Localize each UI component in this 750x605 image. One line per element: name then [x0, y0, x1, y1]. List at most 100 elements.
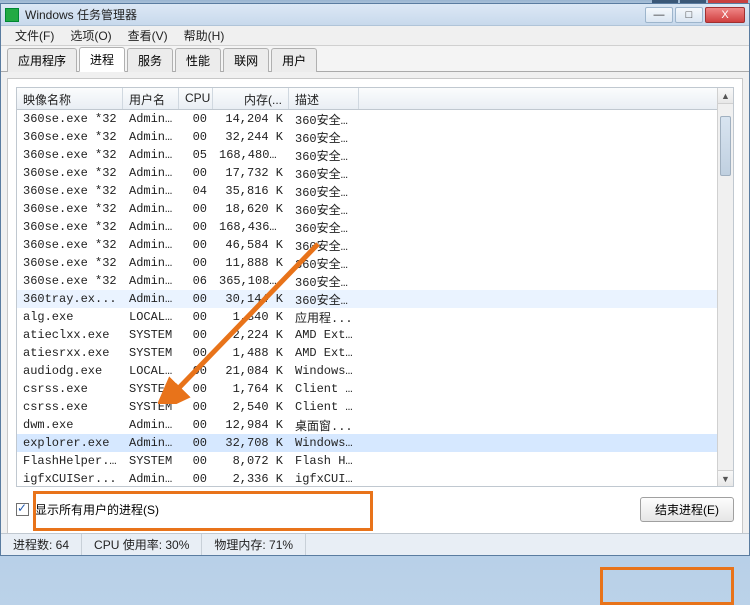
cell: 35,816 K — [213, 183, 289, 199]
tab-networking[interactable]: 联网 — [223, 48, 269, 72]
table-row[interactable]: explorer.exeAdmin...0032,708 KWindows... — [17, 434, 733, 452]
tab-processes[interactable]: 进程 — [79, 47, 125, 72]
show-all-users-checkbox[interactable]: 显示所有用户的进程(S) — [16, 501, 159, 518]
cell: Client ... — [289, 381, 359, 397]
cell: 360se.exe *32 — [17, 183, 123, 199]
table-row[interactable]: csrss.exeSYSTEM001,764 KClient ... — [17, 380, 733, 398]
cell: AMD Ext... — [289, 345, 359, 361]
table-header: 映像名称 用户名 CPU 内存(... 描述 — [17, 88, 733, 110]
cell: alg.exe — [17, 309, 123, 325]
col-memory[interactable]: 内存(... — [213, 88, 289, 109]
cell: 11,888 K — [213, 255, 289, 271]
cell: AMD Ext... — [289, 327, 359, 343]
cell: 00 — [179, 399, 213, 415]
cell: 2,336 K — [213, 471, 289, 487]
scroll-down-icon[interactable]: ▼ — [718, 470, 733, 486]
cell: Admin... — [123, 165, 179, 181]
table-row[interactable]: 360se.exe *32Admin...00168,436 K360安全... — [17, 218, 733, 236]
cell: 桌面窗... — [289, 416, 359, 435]
table-row[interactable]: FlashHelper...SYSTEM008,072 KFlash H... — [17, 452, 733, 470]
table-row[interactable]: atiesrxx.exeSYSTEM001,488 KAMD Ext... — [17, 344, 733, 362]
table-body: 360se.exe *32Admin...0014,204 K360安全...3… — [17, 110, 733, 487]
menu-help[interactable]: 帮助(H) — [176, 25, 233, 46]
cell: 360se.exe *32 — [17, 255, 123, 271]
table-row[interactable]: dwm.exeAdmin...0012,984 K桌面窗... — [17, 416, 733, 434]
tab-applications[interactable]: 应用程序 — [7, 48, 77, 72]
table-row[interactable]: 360se.exe *32Admin...0011,888 K360安全... — [17, 254, 733, 272]
table-row[interactable]: 360se.exe *32Admin...0435,816 K360安全... — [17, 182, 733, 200]
menu-options[interactable]: 选项(O) — [62, 25, 119, 46]
menu-view[interactable]: 查看(V) — [120, 25, 176, 46]
cell: 168,436 K — [213, 219, 289, 235]
cell: 2,540 K — [213, 399, 289, 415]
table-row[interactable]: 360se.exe *32Admin...0032,244 K360安全... — [17, 128, 733, 146]
table-row[interactable]: 360se.exe *32Admin...05168,480 K360安全... — [17, 146, 733, 164]
cell: SYSTEM — [123, 453, 179, 469]
menubar: 文件(F) 选项(O) 查看(V) 帮助(H) — [1, 26, 749, 46]
tab-users[interactable]: 用户 — [271, 48, 317, 72]
cell: 00 — [179, 255, 213, 271]
cell: Windows... — [289, 363, 359, 379]
cell: 00 — [179, 219, 213, 235]
cell: LOCAL... — [123, 363, 179, 379]
maximize-button[interactable]: □ — [675, 7, 703, 23]
cell: 360安全... — [289, 236, 359, 255]
cell: 00 — [179, 345, 213, 361]
cell: Admin... — [123, 417, 179, 433]
cell: 06 — [179, 273, 213, 289]
cell: 00 — [179, 309, 213, 325]
cell: 360安全... — [289, 128, 359, 147]
table-row[interactable]: 360se.exe *32Admin...0014,204 K360安全... — [17, 110, 733, 128]
cell: 360se.exe *32 — [17, 111, 123, 127]
cell: atieclxx.exe — [17, 327, 123, 343]
cell: LOCAL... — [123, 309, 179, 325]
cell: 360安全... — [289, 200, 359, 219]
end-process-button[interactable]: 结束进程(E) — [640, 497, 734, 522]
close-button[interactable]: X — [705, 7, 745, 23]
table-row[interactable]: igfxCUISer...Admin...002,336 KigfxCUI... — [17, 470, 733, 487]
table-row[interactable]: alg.exeLOCAL...001,340 K应用程... — [17, 308, 733, 326]
table-row[interactable]: 360se.exe *32Admin...0017,732 K360安全... — [17, 164, 733, 182]
checkbox-icon[interactable] — [16, 503, 29, 516]
titlebar[interactable]: Windows 任务管理器 — □ X — [1, 4, 749, 26]
cell: Admin... — [123, 291, 179, 307]
cell: Admin... — [123, 219, 179, 235]
process-table: 映像名称 用户名 CPU 内存(... 描述 360se.exe *32Admi… — [16, 87, 734, 487]
cell: Admin... — [123, 255, 179, 271]
cell: Admin... — [123, 273, 179, 289]
table-row[interactable]: 360tray.ex...Admin...0030,144 K360安全... — [17, 290, 733, 308]
table-row[interactable]: audiodg.exeLOCAL...0021,084 KWindows... — [17, 362, 733, 380]
tabbar: 应用程序 进程 服务 性能 联网 用户 — [1, 46, 749, 72]
tab-content: 映像名称 用户名 CPU 内存(... 描述 360se.exe *32Admi… — [7, 78, 743, 548]
cell: 360安全... — [289, 272, 359, 291]
cell: 360tray.ex... — [17, 291, 123, 307]
table-row[interactable]: atieclxx.exeSYSTEM002,224 KAMD Ext... — [17, 326, 733, 344]
tab-performance[interactable]: 性能 — [175, 48, 221, 72]
cell: FlashHelper... — [17, 453, 123, 469]
cell: 00 — [179, 363, 213, 379]
table-row[interactable]: 360se.exe *32Admin...06365,108 K360安全... — [17, 272, 733, 290]
cell: atiesrxx.exe — [17, 345, 123, 361]
minimize-button[interactable]: — — [645, 7, 673, 23]
cell: 360se.exe *32 — [17, 165, 123, 181]
checkbox-label: 显示所有用户的进程(S) — [35, 501, 159, 518]
col-username[interactable]: 用户名 — [123, 88, 179, 109]
col-description[interactable]: 描述 — [289, 88, 359, 109]
cell: csrss.exe — [17, 399, 123, 415]
scroll-up-icon[interactable]: ▲ — [718, 88, 733, 104]
cell: 05 — [179, 147, 213, 163]
cell: 17,732 K — [213, 165, 289, 181]
vertical-scrollbar[interactable]: ▲ ▼ — [717, 88, 733, 486]
menu-file[interactable]: 文件(F) — [7, 25, 62, 46]
col-image-name[interactable]: 映像名称 — [17, 88, 123, 109]
cell: 360安全... — [289, 290, 359, 309]
table-row[interactable]: csrss.exeSYSTEM002,540 KClient ... — [17, 398, 733, 416]
table-row[interactable]: 360se.exe *32Admin...0018,620 K360安全... — [17, 200, 733, 218]
scroll-thumb[interactable] — [720, 116, 731, 176]
cell: Admin... — [123, 471, 179, 487]
cell: 18,620 K — [213, 201, 289, 217]
table-row[interactable]: 360se.exe *32Admin...0046,584 K360安全... — [17, 236, 733, 254]
cell: Admin... — [123, 147, 179, 163]
col-cpu[interactable]: CPU — [179, 88, 213, 109]
tab-services[interactable]: 服务 — [127, 48, 173, 72]
